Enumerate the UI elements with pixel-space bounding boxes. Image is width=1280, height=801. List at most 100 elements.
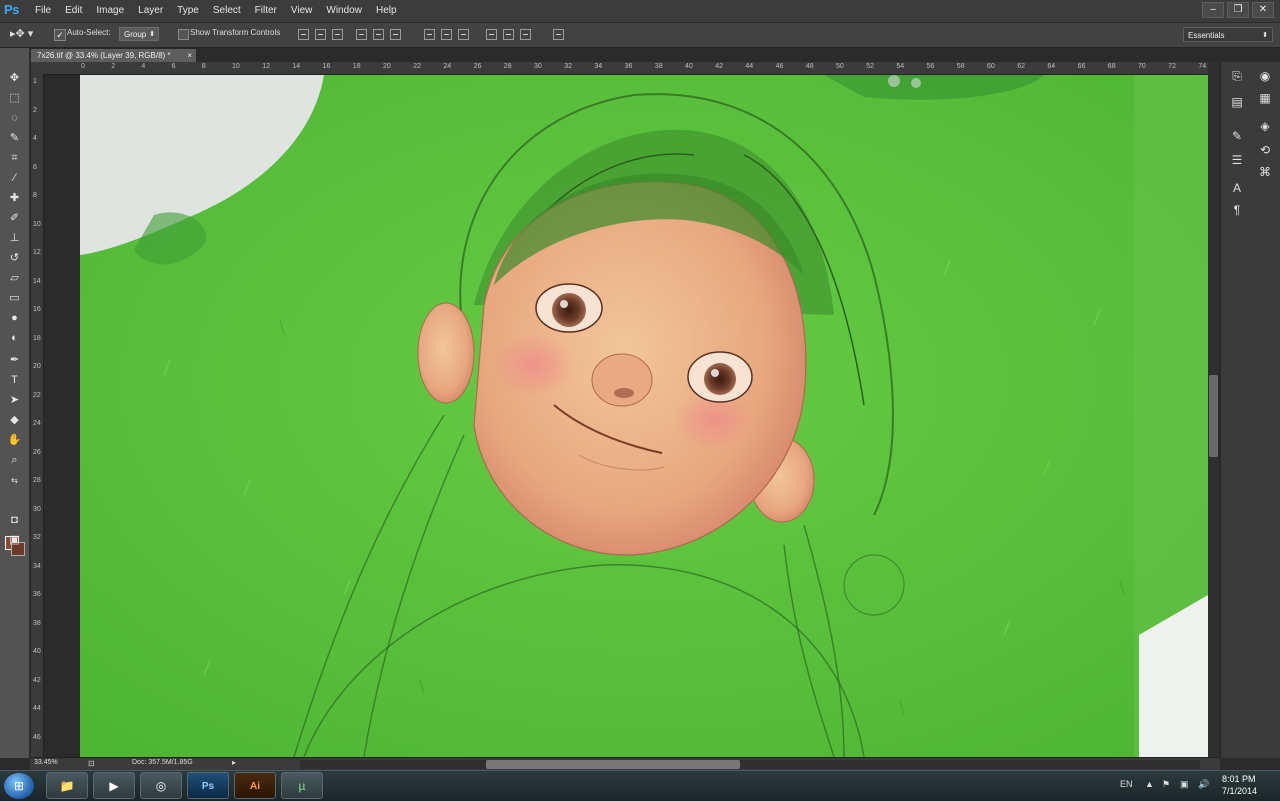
zoom-tool-icon[interactable]: ⌕	[6, 452, 23, 469]
move-tool-icon[interactable]: ✥	[6, 70, 23, 87]
align-right-icon[interactable]	[390, 29, 401, 40]
swap-colors-icon[interactable]: ⇆	[6, 472, 23, 489]
vertical-scrollbar[interactable]	[1208, 62, 1219, 757]
clock-date[interactable]: 7/1/2014	[1222, 786, 1257, 796]
marquee-tool-icon[interactable]: ⬚	[6, 90, 23, 107]
color-panel-icon[interactable]: ◉	[1257, 68, 1273, 84]
clock-time[interactable]: 8:01 PM	[1222, 774, 1256, 784]
align-bottom-icon[interactable]	[332, 29, 343, 40]
ruler-left-label: 14	[33, 277, 41, 285]
type-tool-icon[interactable]: T	[6, 372, 23, 389]
photoshop-taskbar-icon[interactable]: Ps	[187, 772, 229, 799]
menu-edit[interactable]: Edit	[58, 0, 89, 22]
menu-layer[interactable]: Layer	[131, 0, 170, 22]
ruler-top-label: 62	[1017, 63, 1025, 70]
language-indicator[interactable]: EN	[1120, 779, 1133, 789]
show-transform-checkbox[interactable]	[178, 29, 189, 40]
start-button[interactable]: ⊞	[4, 773, 34, 799]
history-brush-tool-icon[interactable]: ↺	[6, 250, 23, 267]
menu-filter[interactable]: Filter	[248, 0, 284, 22]
ruler-top-label: 46	[775, 63, 784, 70]
align-hcenter-icon[interactable]	[373, 29, 384, 40]
clone-stamp-tool-icon[interactable]: ⊥	[6, 230, 23, 247]
ruler-left-label: 8	[33, 192, 37, 199]
adjustments-panel-icon[interactable]: ☰	[1229, 152, 1245, 168]
volume-icon[interactable]: 🔊	[1198, 779, 1209, 790]
quick-select-tool-icon[interactable]: ✎	[6, 130, 23, 147]
pen-tool-icon[interactable]: ✒	[6, 352, 23, 369]
distribute-hcenter-icon[interactable]	[503, 29, 514, 40]
blur-tool-icon[interactable]: ●	[6, 310, 23, 327]
gradient-tool-icon[interactable]: ▭	[6, 290, 23, 307]
auto-select-target-dropdown[interactable]: Group ⬍	[119, 27, 159, 41]
lasso-tool-icon[interactable]: ◌	[6, 110, 23, 127]
auto-select-checkbox[interactable]: ✓	[54, 29, 66, 41]
close-button[interactable]: ✕	[1252, 2, 1274, 18]
path-select-tool-icon[interactable]: ➤	[6, 392, 23, 409]
distribute-left-icon[interactable]	[486, 29, 497, 40]
shape-tool-icon[interactable]: ◆	[6, 412, 23, 429]
quick-mask-icon[interactable]: ◘	[6, 512, 23, 529]
show-transform-label: Show Transform Controls	[190, 28, 281, 37]
eyedropper-tool-icon[interactable]: ⁄	[6, 170, 23, 187]
close-tab-icon[interactable]: ×	[187, 49, 192, 63]
channels-panel-icon[interactable]: ⟲	[1257, 142, 1273, 158]
align-vcenter-icon[interactable]	[315, 29, 326, 40]
illustrator-taskbar-icon[interactable]: Ai	[234, 772, 276, 799]
explorer-taskbar-icon[interactable]: 📁	[46, 772, 88, 799]
media-player-taskbar-icon[interactable]: ▶	[93, 772, 135, 799]
action-center-flag-icon[interactable]: ⚑	[1162, 779, 1170, 790]
zoom-level[interactable]: 33.45%	[34, 759, 58, 766]
history-panel-icon[interactable]: ⎘	[1229, 68, 1245, 84]
document-tab[interactable]: 7x26.tif @ 33.4% (Layer 39, RGB/8) * ×	[30, 48, 197, 62]
layers-panel-icon[interactable]: ◈	[1257, 118, 1273, 134]
horizontal-scrollbar[interactable]	[300, 760, 1200, 769]
align-left-icon[interactable]	[356, 29, 367, 40]
vertical-scroll-thumb[interactable]	[1209, 375, 1218, 457]
actions-panel-icon[interactable]: ▤	[1229, 94, 1245, 110]
hand-tool-icon[interactable]: ✋	[6, 432, 23, 449]
brush-tool-icon[interactable]: ✐	[6, 210, 23, 227]
restore-button[interactable]: ❐	[1227, 2, 1249, 18]
menu-image[interactable]: Image	[89, 0, 131, 22]
ruler-left-label: 26	[33, 448, 41, 456]
brush-panel-icon[interactable]: ✎	[1229, 128, 1245, 144]
auto-align-layers-icon[interactable]	[553, 29, 564, 40]
export-icon[interactable]: ⊡	[88, 759, 95, 768]
menu-help[interactable]: Help	[369, 0, 404, 22]
network-icon[interactable]: ▣	[1180, 779, 1189, 790]
dodge-tool-icon[interactable]: ◐	[6, 330, 23, 347]
ruler-left-label: 40	[33, 648, 41, 655]
chrome-taskbar-icon[interactable]: ◎	[140, 772, 182, 799]
tray-expand-icon[interactable]: ▲	[1145, 779, 1154, 789]
distribute-vcenter-icon[interactable]	[441, 29, 452, 40]
auto-select-target-value: Group	[124, 30, 147, 39]
distribute-bottom-icon[interactable]	[458, 29, 469, 40]
character-panel-icon[interactable]: A	[1229, 180, 1245, 196]
menu-window[interactable]: Window	[319, 0, 369, 22]
document-canvas[interactable]	[44, 75, 1208, 757]
horizontal-scroll-thumb[interactable]	[486, 760, 740, 769]
distribute-top-icon[interactable]	[424, 29, 435, 40]
ruler-top-label: 72	[1168, 63, 1176, 70]
paragraph-panel-icon[interactable]: ¶	[1229, 202, 1245, 218]
ruler-top-label: 44	[745, 63, 754, 70]
swatches-panel-icon[interactable]: ▦	[1257, 90, 1273, 106]
menu-select[interactable]: Select	[206, 0, 248, 22]
paths-panel-icon[interactable]: ⌘	[1257, 164, 1273, 180]
distribute-right-icon[interactable]	[520, 29, 531, 40]
menu-type[interactable]: Type	[170, 0, 206, 22]
ruler-left-label: 34	[33, 562, 41, 570]
utorrent-taskbar-icon[interactable]: µ	[281, 772, 323, 799]
align-top-icon[interactable]	[298, 29, 309, 40]
workspace-switcher[interactable]: Essentials ⬍	[1183, 27, 1273, 42]
screen-mode-icon[interactable]: ▣	[6, 532, 23, 549]
menu-view[interactable]: View	[284, 0, 320, 22]
healing-brush-tool-icon[interactable]: ✚	[6, 190, 23, 207]
status-menu-arrow-icon[interactable]: ▸	[232, 758, 236, 767]
menu-file[interactable]: File	[28, 0, 58, 22]
crop-tool-icon[interactable]: ⌗	[6, 150, 23, 167]
minimize-button[interactable]: –	[1202, 2, 1224, 18]
move-tool-preset-icon[interactable]: ▸✥ ▾	[10, 27, 33, 40]
eraser-tool-icon[interactable]: ▱	[6, 270, 23, 287]
